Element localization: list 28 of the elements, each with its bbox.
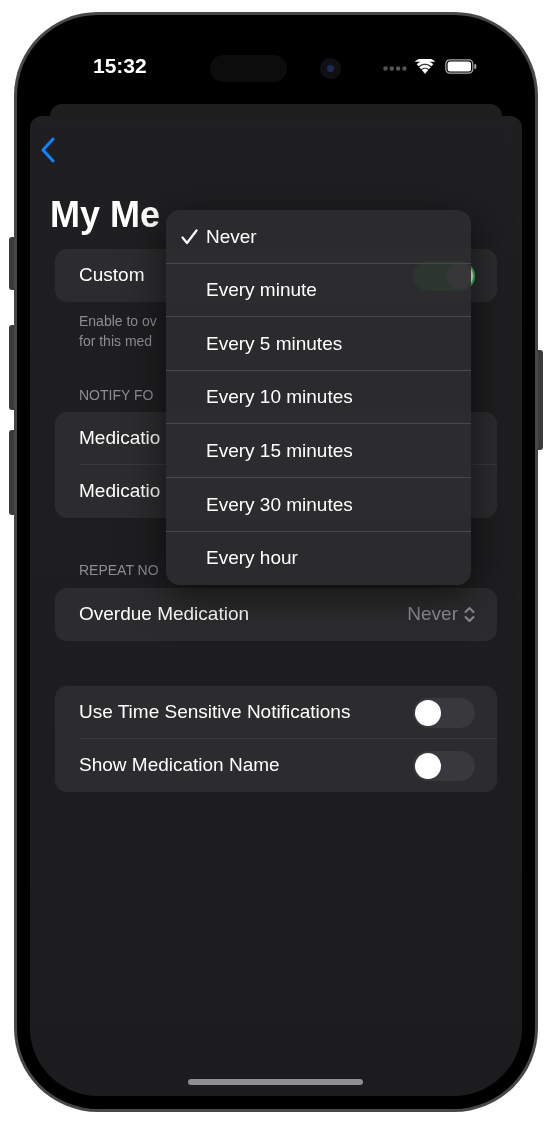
menu-item[interactable]: Every 10 minutes — [166, 370, 471, 425]
camera-icon — [320, 58, 341, 79]
back-icon[interactable] — [41, 137, 55, 163]
row-label: Medicatio — [79, 426, 161, 451]
section-header: REPEAT NO — [79, 561, 159, 580]
menu-item[interactable]: Never — [166, 210, 471, 264]
row-label: Medicatio — [79, 479, 161, 504]
page-title: My Me — [50, 194, 162, 236]
row-label: Overdue Medication — [79, 602, 250, 627]
toggle-switch[interactable] — [413, 750, 475, 781]
row-label: Use Time Sensitive Notifications — [79, 700, 351, 725]
footer-text: for this med — [79, 332, 153, 351]
menu-item[interactable]: Every 5 minutes — [166, 317, 471, 371]
row-label: Custom — [79, 263, 145, 288]
menu-item[interactable]: Every 30 minutes — [166, 477, 471, 532]
wifi-icon — [415, 59, 435, 74]
menu-item[interactable]: Every 15 minutes — [166, 424, 471, 478]
section-header: NOTIFY FO — [79, 386, 154, 405]
signal-icon — [383, 66, 407, 71]
value-picker[interactable]: Never — [407, 600, 475, 629]
row-label: Show Medication Name — [79, 753, 280, 778]
chevron-up-down-icon — [464, 606, 475, 623]
battery-icon — [445, 59, 477, 74]
menu-item[interactable]: Every minute — [166, 263, 471, 318]
status-time: 15:32 — [93, 55, 147, 76]
menu-item[interactable]: Every hour — [166, 531, 471, 586]
footer-text: Enable to ov — [79, 312, 157, 331]
toggle-switch[interactable] — [413, 697, 475, 728]
